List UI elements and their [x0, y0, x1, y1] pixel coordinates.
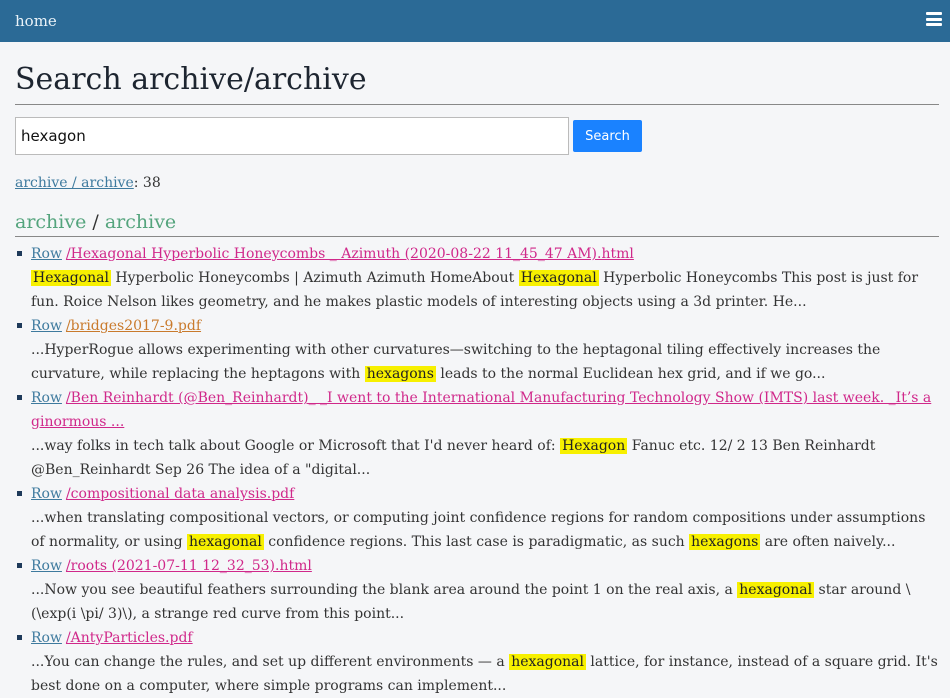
snippet-text: are often naively...	[760, 534, 896, 550]
bullet-icon	[17, 491, 22, 496]
bullet-icon	[17, 323, 22, 328]
bullet-icon	[17, 563, 22, 568]
bullet-icon	[17, 395, 22, 400]
highlight-term: Hexagonal	[31, 270, 111, 286]
highlight-term: hexagonal	[187, 534, 264, 550]
highlight-term: hexagons	[364, 366, 436, 382]
home-link[interactable]: home	[15, 12, 57, 30]
file-link[interactable]: /Ben Reinhardt (@Ben_Reinhardt)_ _I went…	[31, 390, 931, 430]
highlight-term: Hexagon	[560, 438, 628, 454]
page-title: Search archive/archive	[15, 62, 939, 105]
archive-path-link[interactable]: archive / archive	[15, 175, 134, 191]
result-item: Row/bridges2017-9.pdf ...HyperRogue allow…	[17, 314, 939, 386]
section-link-archive-2[interactable]: archive	[105, 211, 176, 233]
snippet-text: leads to the normal Euclidean hex grid, …	[435, 366, 826, 382]
file-link[interactable]: /AntyParticles.pdf	[66, 630, 193, 646]
main-content: Search archive/archive Search archive / …	[0, 62, 950, 698]
snippet-text: ...way folks in tech talk about Google o…	[31, 438, 561, 454]
result-item: Row/Hexagonal Hyperbolic Honeycombs _ Az…	[17, 242, 939, 314]
hamburger-icon[interactable]	[926, 12, 942, 26]
result-snippet: ...when translating compositional vector…	[31, 506, 939, 554]
result-item: Row/AntyParticles.pdf ...You can change t…	[17, 626, 939, 698]
result-count-value: : 38	[133, 175, 161, 191]
result-snippet: ...Now you see beautiful feathers surrou…	[31, 578, 939, 626]
results-list: Row/Hexagonal Hyperbolic Honeycombs _ Az…	[15, 242, 939, 698]
search-input[interactable]	[15, 117, 569, 155]
snippet-text: Hyperbolic Honeycombs | Azimuth Azimuth …	[110, 270, 519, 286]
result-snippet: ...You can change the rules, and set up …	[31, 650, 939, 698]
section-separator: /	[86, 211, 105, 233]
row-link[interactable]: Row	[31, 390, 62, 406]
result-item: Row/roots (2021-07-11 12_32_53).html ...N…	[17, 554, 939, 626]
row-link[interactable]: Row	[31, 246, 62, 262]
highlight-term: hexagons	[689, 534, 761, 550]
snippet-text: ...You can change the rules, and set up …	[31, 654, 510, 670]
section-heading: archive / archive	[15, 211, 939, 237]
bullet-icon	[17, 635, 22, 640]
result-snippet: ...way folks in tech talk about Google o…	[31, 434, 939, 482]
file-link[interactable]: /Hexagonal Hyperbolic Honeycombs _ Azimu…	[66, 246, 634, 262]
result-item: Row/Ben Reinhardt (@Ben_Reinhardt)_ _I w…	[17, 386, 939, 482]
row-link[interactable]: Row	[31, 486, 62, 502]
highlight-term: hexagonal	[509, 654, 586, 670]
row-link[interactable]: Row	[31, 558, 62, 574]
search-bar: Search	[15, 117, 939, 155]
file-link[interactable]: /roots (2021-07-11 12_32_53).html	[66, 558, 312, 574]
result-count: archive / archive: 38	[15, 175, 939, 191]
highlight-term: hexagonal	[737, 582, 815, 598]
row-link[interactable]: Row	[31, 630, 62, 646]
file-link[interactable]: /bridges2017-9.pdf	[66, 318, 201, 334]
section-link-archive-1[interactable]: archive	[15, 211, 86, 233]
highlight-term: Hexagonal	[518, 270, 599, 286]
snippet-text: confidence regions. This last case is pa…	[263, 534, 690, 550]
row-link[interactable]: Row	[31, 318, 62, 334]
top-navbar: home	[0, 0, 950, 42]
file-link[interactable]: /compositional data analysis.pdf	[66, 486, 294, 502]
snippet-text: ...Now you see beautiful feathers surrou…	[31, 582, 738, 598]
result-snippet: ...HyperRogue allows experimenting with …	[31, 338, 939, 386]
search-button[interactable]: Search	[573, 120, 642, 152]
result-snippet: Hexagonal Hyperbolic Honeycombs | Azimut…	[31, 266, 939, 314]
bullet-icon	[17, 251, 22, 256]
result-item: Row/compositional data analysis.pdf ...wh…	[17, 482, 939, 554]
